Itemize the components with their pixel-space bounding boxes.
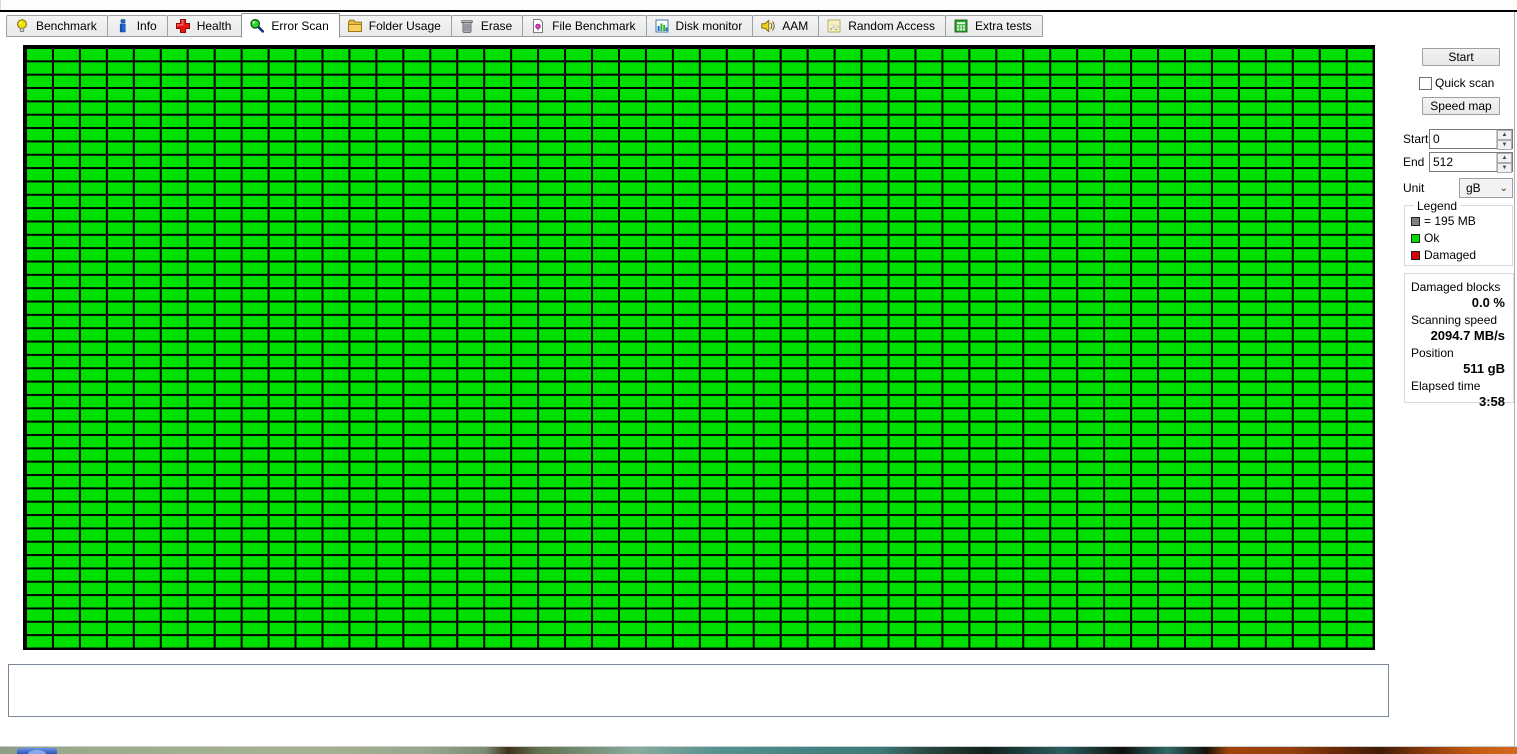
info-icon bbox=[119, 19, 126, 33]
unit-label: Unit bbox=[1403, 181, 1425, 195]
legend-block-size-label: = 195 MB bbox=[1424, 214, 1476, 228]
damaged-blocks-label: Damaged blocks bbox=[1411, 280, 1501, 294]
elapsed-time-label: Elapsed time bbox=[1411, 379, 1481, 393]
health-cross-icon bbox=[175, 19, 190, 33]
spin-up-icon[interactable]: ▲ bbox=[1497, 130, 1512, 140]
tab-label: File Benchmark bbox=[552, 19, 636, 33]
tab-bar: Benchmark Info Health Error Scan Folder … bbox=[6, 12, 1043, 38]
tab-label: Extra tests bbox=[974, 19, 1032, 33]
legend-damaged-swatch bbox=[1411, 250, 1420, 260]
legend-title: Legend bbox=[1414, 199, 1461, 213]
magnifier-icon bbox=[250, 18, 265, 33]
end-field: ▲ ▼ bbox=[1429, 152, 1513, 173]
background-window-fragment bbox=[17, 748, 57, 754]
tab-file-benchmark[interactable]: File Benchmark bbox=[522, 15, 647, 37]
damaged-blocks-value: 0.0 % bbox=[1471, 295, 1505, 310]
scan-info-box bbox=[8, 664, 1389, 717]
window-right-border bbox=[1514, 12, 1515, 747]
quick-scan-checkbox[interactable] bbox=[1419, 76, 1432, 90]
tab-folder-usage[interactable]: Folder Usage bbox=[338, 15, 452, 37]
end-field-label: End bbox=[1403, 155, 1425, 169]
tab-label: Health bbox=[196, 19, 232, 33]
scanning-speed-label: Scanning speed bbox=[1411, 313, 1498, 327]
end-spinner: ▲ ▼ bbox=[1496, 153, 1512, 173]
scanning-speed-value: 2094.7 MB/s bbox=[1430, 328, 1505, 343]
start-field-label: Start bbox=[1403, 132, 1429, 146]
start-button[interactable]: Start bbox=[1422, 48, 1500, 66]
tab-label: Erase bbox=[480, 19, 513, 33]
lightbulb-icon bbox=[17, 19, 27, 32]
position-value: 511 gB bbox=[1463, 361, 1505, 376]
tab-label: Error Scan bbox=[271, 18, 329, 33]
scan-stats-panel: Damaged blocks 0.0 % Scanning speed 2094… bbox=[1404, 273, 1514, 409]
tab-label: Folder Usage bbox=[368, 19, 441, 33]
tab-health[interactable]: Health bbox=[166, 15, 243, 37]
quick-scan-row: Quick scan bbox=[1419, 76, 1494, 90]
start-input[interactable] bbox=[1430, 130, 1496, 148]
position-label: Position bbox=[1411, 346, 1454, 360]
tab-benchmark[interactable]: Benchmark bbox=[6, 15, 108, 37]
spin-down-icon[interactable]: ▼ bbox=[1497, 163, 1512, 173]
end-input[interactable] bbox=[1430, 153, 1496, 171]
tab-label: AAM bbox=[782, 19, 809, 33]
window-top-strip bbox=[0, 0, 1517, 10]
tab-label: Random Access bbox=[848, 19, 935, 33]
legend-block-size-row: = 195 MB bbox=[1411, 214, 1512, 228]
tab-info[interactable]: Info bbox=[106, 15, 168, 37]
tab-erase[interactable]: Erase bbox=[450, 15, 524, 37]
tab-random-access[interactable]: Random Access bbox=[818, 15, 946, 37]
spin-down-icon[interactable]: ▼ bbox=[1497, 140, 1512, 150]
start-field: ▲ ▼ bbox=[1429, 129, 1513, 150]
spin-up-icon[interactable]: ▲ bbox=[1497, 153, 1512, 163]
quick-scan-label: Quick scan bbox=[1435, 76, 1495, 90]
unit-dropdown[interactable]: gB ⌄ bbox=[1459, 178, 1513, 198]
file-icon bbox=[533, 19, 544, 33]
chevron-down-icon: ⌄ bbox=[1499, 182, 1508, 194]
legend-ok-swatch bbox=[1411, 233, 1420, 243]
legend-ok-row: Ok bbox=[1411, 231, 1512, 245]
start-spinner: ▲ ▼ bbox=[1496, 130, 1512, 150]
tab-error-scan[interactable]: Error Scan bbox=[241, 13, 340, 38]
legend-damaged-row: Damaged bbox=[1411, 248, 1512, 262]
bar-chart-icon bbox=[655, 19, 668, 33]
desktop-wallpaper-strip bbox=[0, 747, 1517, 754]
tab-label: Info bbox=[136, 19, 157, 33]
end-position-row: End ▲ ▼ bbox=[1403, 152, 1513, 173]
tab-aam[interactable]: AAM bbox=[752, 15, 820, 37]
speaker-icon bbox=[761, 19, 775, 33]
legend-ok-label: Ok bbox=[1424, 231, 1440, 245]
trash-icon bbox=[461, 20, 473, 33]
tab-label: Benchmark bbox=[36, 19, 97, 33]
extra-tests-icon bbox=[954, 19, 968, 33]
speed-map-button[interactable]: Speed map bbox=[1422, 97, 1500, 115]
unit-value: gB bbox=[1466, 181, 1481, 195]
start-position-row: Start ▲ ▼ bbox=[1403, 129, 1513, 150]
tab-disk-monitor[interactable]: Disk monitor bbox=[645, 15, 754, 37]
legend-groupbox: Legend = 195 MB Ok Damaged bbox=[1404, 199, 1513, 266]
folder-icon bbox=[347, 19, 362, 32]
legend-block-swatch bbox=[1411, 216, 1420, 226]
legend-damaged-label: Damaged bbox=[1424, 248, 1477, 262]
tab-label: Disk monitor bbox=[675, 19, 743, 33]
scan-grid bbox=[23, 45, 1375, 650]
tab-extra-tests[interactable]: Extra tests bbox=[944, 15, 1043, 37]
random-dots-icon bbox=[827, 19, 841, 33]
elapsed-time-value: 3:58 bbox=[1478, 394, 1505, 409]
